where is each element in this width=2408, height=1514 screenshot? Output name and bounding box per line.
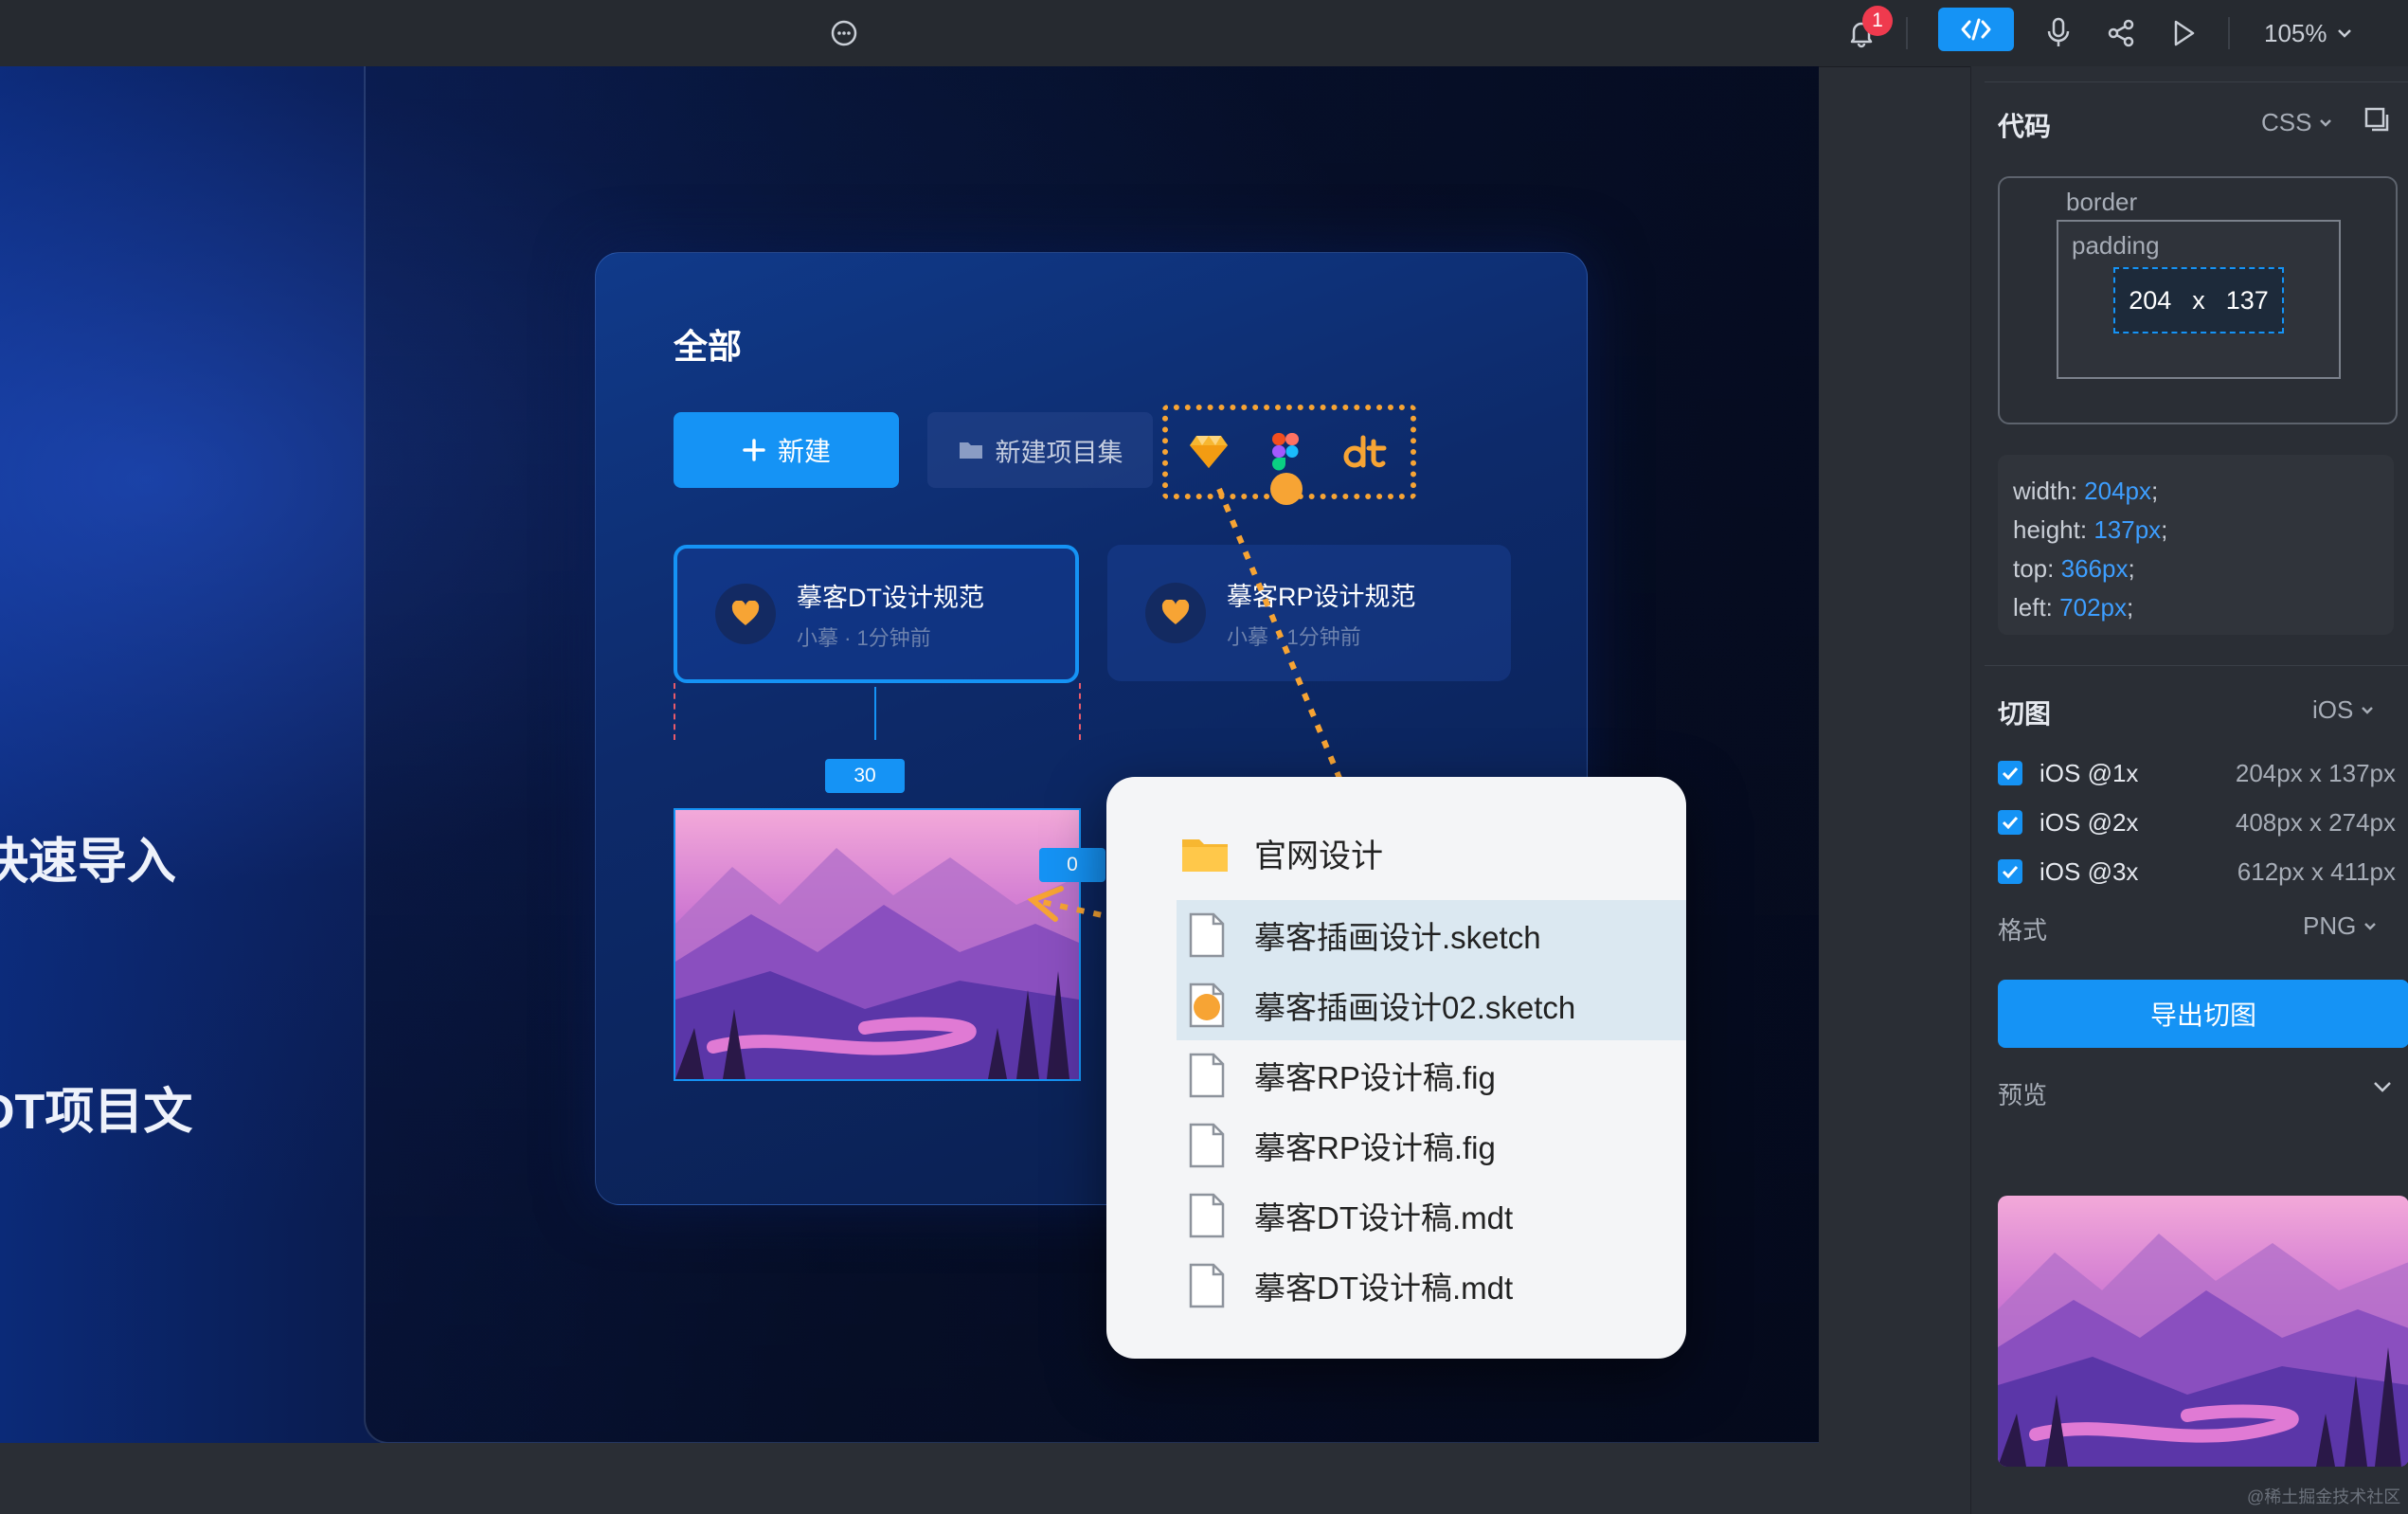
check-icon bbox=[2002, 865, 2019, 878]
checkbox-checked[interactable] bbox=[1998, 810, 2022, 835]
css-value: 137px bbox=[2094, 515, 2162, 544]
panel-divider bbox=[1985, 81, 2408, 82]
file-icon bbox=[1189, 912, 1225, 958]
slice-option-size: 612px x 411px bbox=[2237, 856, 2396, 886]
code-language-select[interactable]: CSS bbox=[2261, 108, 2332, 137]
code-icon bbox=[1961, 18, 1991, 41]
box-height: 137 bbox=[2225, 285, 2269, 315]
slice-option-size: 204px x 137px bbox=[2235, 758, 2396, 787]
file-icon bbox=[1189, 1193, 1225, 1238]
microphone-icon[interactable] bbox=[2037, 11, 2080, 55]
slice-option-label: iOS @3x bbox=[2040, 856, 2139, 886]
chevron-down-icon bbox=[2320, 119, 2332, 127]
slice-option-2x[interactable]: iOS @2x 408px x 274px bbox=[1998, 803, 2396, 841]
toolbar-divider bbox=[1906, 17, 1908, 49]
share-icon[interactable] bbox=[2099, 11, 2143, 55]
css-value: 366px bbox=[2060, 554, 2129, 583]
chevron-down-icon bbox=[2364, 923, 2377, 930]
box-padding-area: padding 204 x 137 bbox=[2057, 220, 2341, 379]
slice-section-title: 切图 bbox=[1998, 699, 2052, 729]
slice-option-label: iOS @2x bbox=[2040, 807, 2139, 837]
file-browser-popup: 官网设计 摹客插画设计.sketch 摹客插画设计02.sketch 摹客RP设… bbox=[1106, 777, 1686, 1359]
css-value: 204px bbox=[2084, 477, 2151, 505]
design-canvas: 快速导入 DT项目文 全部 新建 新建项目集 摹客DT设计规范 小摹 · 1分钟… bbox=[0, 66, 1819, 1443]
css-key: left: bbox=[2013, 593, 2053, 622]
notification-badge: 1 bbox=[1862, 6, 1893, 36]
slice-option-3x[interactable]: iOS @3x 612px x 411px bbox=[1998, 853, 2396, 891]
css-code-block[interactable]: width: 204px; height: 137px; top: 366px;… bbox=[1998, 455, 2394, 635]
css-value: 702px bbox=[2059, 593, 2127, 622]
file-item[interactable]: 摹客RP设计稿.fig bbox=[1177, 1110, 1686, 1181]
file-item[interactable]: 摹客DT设计稿.mdt bbox=[1177, 1181, 1686, 1251]
folder-icon bbox=[1182, 838, 1228, 872]
chevron-down-icon[interactable] bbox=[2373, 1080, 2392, 1097]
box-padding-label: padding bbox=[2072, 231, 2160, 260]
landscape-illustration bbox=[1998, 1196, 2408, 1467]
format-label: 格式 bbox=[1998, 916, 2048, 945]
file-name: 摹客DT设计稿.mdt bbox=[1254, 1271, 1514, 1306]
export-slice-button[interactable]: 导出切图 bbox=[1998, 980, 2408, 1048]
code-mode-button[interactable] bbox=[1938, 8, 2014, 51]
box-border-label: border bbox=[2066, 188, 2138, 216]
file-item[interactable]: 摹客插画设计.sketch bbox=[1177, 900, 1686, 970]
css-key: width: bbox=[2013, 477, 2077, 505]
slice-option-size: 408px x 274px bbox=[2235, 807, 2396, 837]
format-value: PNG bbox=[2303, 911, 2357, 940]
slice-platform-select[interactable]: iOS bbox=[2312, 695, 2374, 725]
chevron-down-icon bbox=[2362, 707, 2374, 714]
check-icon bbox=[2002, 766, 2019, 780]
file-icon bbox=[1189, 1123, 1225, 1168]
format-select[interactable]: PNG bbox=[2303, 911, 2377, 941]
chevron-down-icon bbox=[2337, 29, 2351, 38]
css-key: height: bbox=[2013, 515, 2088, 544]
file-name: 摹客插画设计.sketch bbox=[1254, 920, 1541, 955]
box-width: 204 bbox=[2129, 285, 2172, 315]
file-name: 摹客DT设计稿.mdt bbox=[1254, 1200, 1514, 1235]
file-icon bbox=[1189, 1053, 1225, 1098]
file-name: 摹客插画设计02.sketch bbox=[1254, 990, 1576, 1025]
watermark: @稀土掘金技术社区 bbox=[2247, 1487, 2401, 1506]
top-toolbar: 1 105% bbox=[0, 0, 2408, 67]
slice-option-1x[interactable]: iOS @1x 204px x 137px bbox=[1998, 754, 2396, 792]
code-language-value: CSS bbox=[2261, 108, 2312, 136]
checkbox-checked[interactable] bbox=[1998, 859, 2022, 884]
css-key: top: bbox=[2013, 554, 2055, 583]
copy-icon[interactable] bbox=[2363, 106, 2392, 139]
check-icon bbox=[2002, 816, 2019, 829]
box-times: x bbox=[2192, 285, 2205, 315]
zoom-selector[interactable]: 105% bbox=[2264, 11, 2352, 55]
file-name: 摹客RP设计稿.fig bbox=[1254, 1130, 1496, 1165]
slice-platform-value: iOS bbox=[2312, 695, 2354, 724]
box-model-diagram: border padding 204 x 137 bbox=[1998, 176, 2398, 424]
file-item[interactable]: 摹客插画设计02.sketch bbox=[1177, 970, 1686, 1040]
file-item[interactable]: 摹客RP设计稿.fig bbox=[1177, 1040, 1686, 1110]
bell-icon[interactable]: 1 bbox=[1840, 6, 1893, 55]
checkbox-checked[interactable] bbox=[1998, 761, 2022, 785]
play-icon[interactable] bbox=[2162, 11, 2205, 55]
comment-icon[interactable] bbox=[822, 11, 866, 55]
box-content-size: 204 x 137 bbox=[2113, 267, 2284, 333]
folder-row[interactable]: 官网设计 bbox=[1180, 830, 1383, 876]
slice-preview-image bbox=[1998, 1196, 2408, 1467]
file-name: 摹客RP设计稿.fig bbox=[1254, 1060, 1496, 1095]
toolbar-divider bbox=[2228, 17, 2230, 49]
zoom-value: 105% bbox=[2264, 18, 2327, 47]
code-section-title: 代码 bbox=[1998, 112, 2052, 141]
file-item[interactable]: 摹客DT设计稿.mdt bbox=[1177, 1251, 1686, 1321]
file-icon bbox=[1189, 1263, 1225, 1308]
panel-divider bbox=[1985, 665, 2408, 666]
file-icon bbox=[1189, 982, 1225, 1028]
slice-option-label: iOS @1x bbox=[2040, 758, 2139, 787]
preview-label: 预览 bbox=[1998, 1081, 2048, 1109]
inspector-panel: 代码 CSS border padding 204 x 137 width: 2… bbox=[1970, 66, 2408, 1514]
folder-name: 官网设计 bbox=[1254, 838, 1383, 874]
